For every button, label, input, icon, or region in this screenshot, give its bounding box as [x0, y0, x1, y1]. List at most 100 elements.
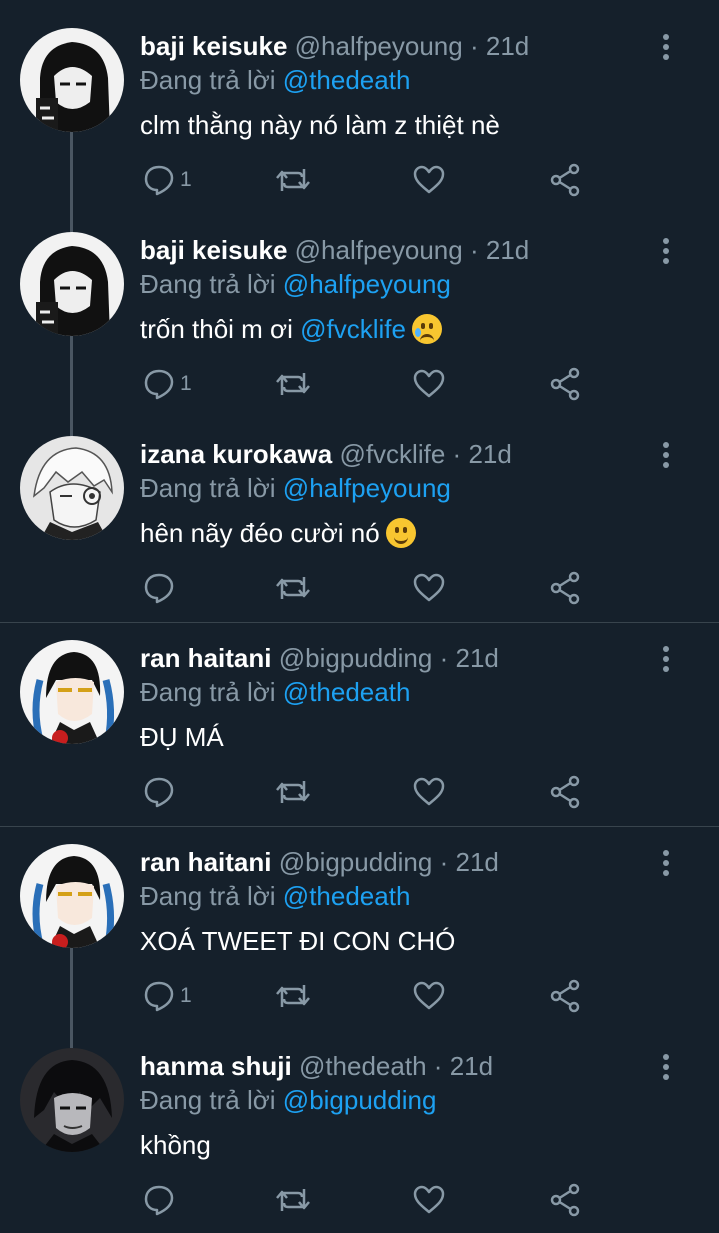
- retweet-button[interactable]: [274, 1180, 312, 1220]
- tweet-1[interactable]: baji keisuke @halfpeyoung · 21d Đang trả…: [0, 0, 719, 204]
- timestamp[interactable]: 21d: [468, 439, 511, 469]
- action-bar: 1: [140, 976, 600, 1020]
- tweet-5[interactable]: ran haitani @bigpudding · 21d Đang trả l…: [0, 816, 719, 1020]
- more-options-icon[interactable]: [656, 236, 676, 266]
- tweet-text: trốn thôi m ơi @fvcklife: [140, 312, 442, 346]
- reply-button[interactable]: 1: [142, 976, 192, 1016]
- reply-count: 1: [180, 372, 192, 395]
- avatar[interactable]: [20, 844, 124, 948]
- retweet-icon: [276, 577, 310, 599]
- author-handle[interactable]: @fvcklife: [339, 439, 445, 469]
- tweet-6[interactable]: hanma shuji @thedeath · 21d Đang trả lời…: [0, 1020, 719, 1224]
- timestamp[interactable]: 21d: [486, 31, 529, 61]
- thread-line: [70, 132, 73, 204]
- share-button[interactable]: [548, 772, 582, 812]
- share-button[interactable]: [548, 364, 582, 404]
- avatar[interactable]: [20, 1048, 124, 1152]
- action-bar: 1: [140, 364, 600, 408]
- retweet-button[interactable]: [274, 772, 312, 812]
- timestamp[interactable]: 21d: [450, 1051, 493, 1081]
- author-name[interactable]: ran haitani: [140, 643, 271, 673]
- heart-icon: [413, 573, 445, 602]
- reply-to-mention[interactable]: @halfpeyoung: [283, 269, 451, 299]
- heart-icon: [413, 777, 445, 806]
- author-handle[interactable]: @bigpudding: [279, 847, 433, 877]
- share-button[interactable]: [548, 1180, 582, 1220]
- separator-dot: ·: [452, 439, 462, 469]
- tweet-text: khồng: [140, 1128, 211, 1162]
- separator-dot: ·: [469, 31, 479, 61]
- share-button[interactable]: [548, 160, 582, 200]
- slightly-smiling-face-icon: [385, 518, 416, 548]
- avatar[interactable]: [20, 232, 124, 336]
- reply-to-mention[interactable]: @halfpeyoung: [283, 473, 451, 503]
- author-name[interactable]: baji keisuke: [140, 31, 287, 61]
- more-options-icon[interactable]: [656, 644, 676, 674]
- author-handle[interactable]: @bigpudding: [279, 643, 433, 673]
- reply-prefix: Đang trả lời: [140, 473, 276, 503]
- reply-context: Đang trả lời @halfpeyoung: [140, 268, 451, 300]
- reply-count: 1: [180, 984, 192, 1007]
- more-options-icon[interactable]: [656, 32, 676, 62]
- like-button[interactable]: [412, 364, 446, 404]
- reply-button[interactable]: [142, 772, 180, 812]
- reply-to-mention[interactable]: @thedeath: [283, 65, 411, 95]
- author-name[interactable]: hanma shuji: [140, 1051, 292, 1081]
- reply-icon: [144, 573, 174, 604]
- retweet-button[interactable]: [274, 976, 312, 1016]
- avatar[interactable]: [20, 436, 124, 540]
- more-options-icon[interactable]: [656, 1052, 676, 1082]
- reply-button[interactable]: 1: [142, 160, 192, 200]
- retweet-button[interactable]: [274, 160, 312, 200]
- action-bar: [140, 772, 600, 816]
- tweet-3[interactable]: izana kurokawa @fvcklife · 21d Đang trả …: [0, 408, 719, 612]
- author-name[interactable]: izana kurokawa: [140, 439, 332, 469]
- author-handle[interactable]: @halfpeyoung: [295, 235, 463, 265]
- retweet-button[interactable]: [274, 568, 312, 608]
- like-button[interactable]: [412, 568, 446, 608]
- author-name[interactable]: baji keisuke: [140, 235, 287, 265]
- author-handle[interactable]: @thedeath: [299, 1051, 427, 1081]
- more-options-icon[interactable]: [656, 440, 676, 470]
- more-options-icon[interactable]: [656, 848, 676, 878]
- thread-line: [70, 948, 73, 1020]
- like-button[interactable]: [412, 1180, 446, 1220]
- reply-to-mention[interactable]: @bigpudding: [283, 1085, 437, 1115]
- separator-dot: ·: [439, 643, 449, 673]
- thread-line: [70, 1020, 73, 1048]
- text-mention[interactable]: @fvcklife: [300, 314, 406, 344]
- tweet-text: XOÁ TWEET ĐI CON CHÓ: [140, 924, 455, 958]
- reply-prefix: Đang trả lời: [140, 881, 276, 911]
- timestamp[interactable]: 21d: [456, 643, 499, 673]
- heart-icon: [413, 165, 445, 194]
- action-bar: 1: [140, 160, 600, 204]
- tweet-text-content: trốn thôi m ơi: [140, 314, 301, 344]
- reply-context: Đang trả lời @halfpeyoung: [140, 472, 451, 504]
- author-name[interactable]: ran haitani: [140, 847, 271, 877]
- reply-to-mention[interactable]: @thedeath: [283, 881, 411, 911]
- tweet-text-content: XOÁ TWEET ĐI CON CHÓ: [140, 926, 456, 956]
- retweet-icon: [276, 985, 310, 1007]
- thread-line: [70, 336, 73, 408]
- like-button[interactable]: [412, 160, 446, 200]
- reply-icon: [144, 165, 174, 196]
- reply-button[interactable]: 1: [142, 364, 192, 404]
- author-handle[interactable]: @halfpeyoung: [295, 31, 463, 61]
- reply-to-mention[interactable]: @thedeath: [283, 677, 411, 707]
- reply-context: Đang trả lời @thedeath: [140, 880, 410, 912]
- reply-button[interactable]: [142, 568, 180, 608]
- reply-prefix: Đang trả lời: [140, 269, 276, 299]
- retweet-button[interactable]: [274, 364, 312, 404]
- tweet-2[interactable]: baji keisuke @halfpeyoung · 21d Đang trả…: [0, 204, 719, 408]
- share-button[interactable]: [548, 976, 582, 1016]
- tweet-4[interactable]: ran haitani @bigpudding · 21d Đang trả l…: [0, 612, 719, 816]
- timestamp[interactable]: 21d: [456, 847, 499, 877]
- share-button[interactable]: [548, 568, 582, 608]
- like-button[interactable]: [412, 976, 446, 1016]
- share-icon: [550, 571, 580, 605]
- like-button[interactable]: [412, 772, 446, 812]
- avatar[interactable]: [20, 640, 124, 744]
- reply-button[interactable]: [142, 1180, 180, 1220]
- avatar[interactable]: [20, 28, 124, 132]
- timestamp[interactable]: 21d: [486, 235, 529, 265]
